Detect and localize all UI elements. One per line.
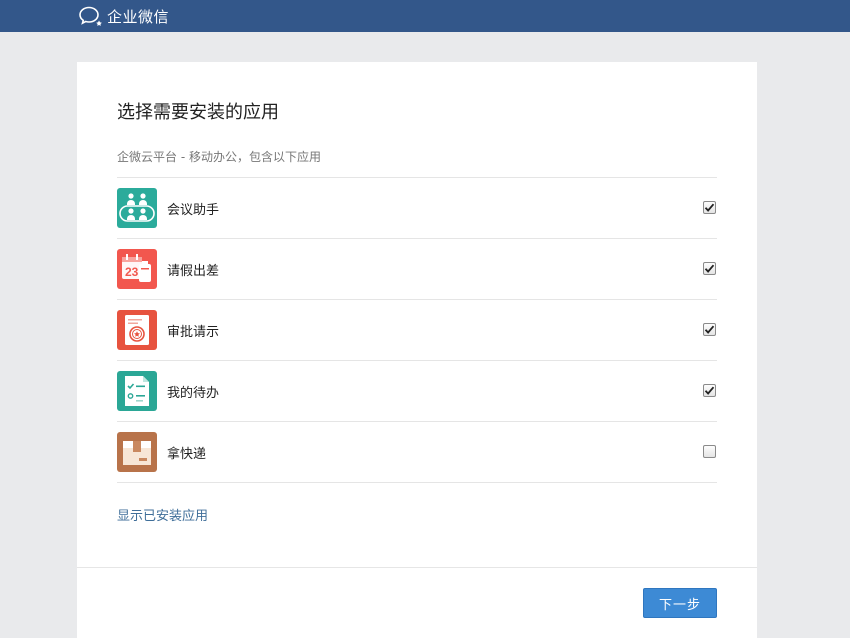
app-name: 审批请示 xyxy=(167,324,220,340)
calendar-leave-icon: 23 xyxy=(117,249,157,289)
footer-divider xyxy=(77,567,757,568)
app-row-leave[interactable]: 23 请假出差 xyxy=(117,239,717,300)
app-checkbox-package[interactable] xyxy=(703,445,716,458)
svg-text:23: 23 xyxy=(125,265,139,279)
todo-checklist-icon xyxy=(117,371,157,411)
app-name: 会议助手 xyxy=(167,202,220,218)
meeting-people-icon xyxy=(117,188,157,228)
brand[interactable]: 企业微信 xyxy=(78,5,169,27)
app-checkbox-todo[interactable] xyxy=(703,384,716,397)
show-installed-link[interactable]: 显示已安装应用 xyxy=(117,505,208,524)
brand-name: 企业微信 xyxy=(107,7,170,26)
chat-bubble-icon xyxy=(79,6,102,26)
package-box-icon xyxy=(117,432,157,472)
top-bar: 企业微信 xyxy=(0,0,850,32)
app-row-meeting[interactable]: 会议助手 xyxy=(117,178,717,239)
app-checkbox-meeting[interactable] xyxy=(703,201,716,214)
install-card: 选择需要安装的应用 企微云平台 - 移动办公，包含以下应用 会议助手 23 请假… xyxy=(77,62,757,638)
app-checkbox-leave[interactable] xyxy=(703,262,716,275)
app-row-package[interactable]: 拿快递 xyxy=(117,422,717,483)
approval-stamp-icon xyxy=(117,310,157,350)
app-list: 会议助手 23 请假出差 审批请示 我的待办 拿快递 xyxy=(117,177,717,483)
app-checkbox-approval[interactable] xyxy=(703,323,716,336)
check-icon xyxy=(704,325,715,334)
app-name: 我的待办 xyxy=(167,385,220,401)
page-title: 选择需要安装的应用 xyxy=(117,102,279,123)
check-icon xyxy=(704,264,715,273)
check-icon xyxy=(704,386,715,395)
app-row-todo[interactable]: 我的待办 xyxy=(117,361,717,422)
next-step-button[interactable]: 下一步 xyxy=(643,588,717,618)
page-subtitle: 企微云平台 - 移动办公，包含以下应用 xyxy=(117,150,321,164)
app-row-approval[interactable]: 审批请示 xyxy=(117,300,717,361)
app-name: 拿快递 xyxy=(167,446,207,462)
app-name: 请假出差 xyxy=(167,263,220,279)
check-icon xyxy=(704,203,715,212)
